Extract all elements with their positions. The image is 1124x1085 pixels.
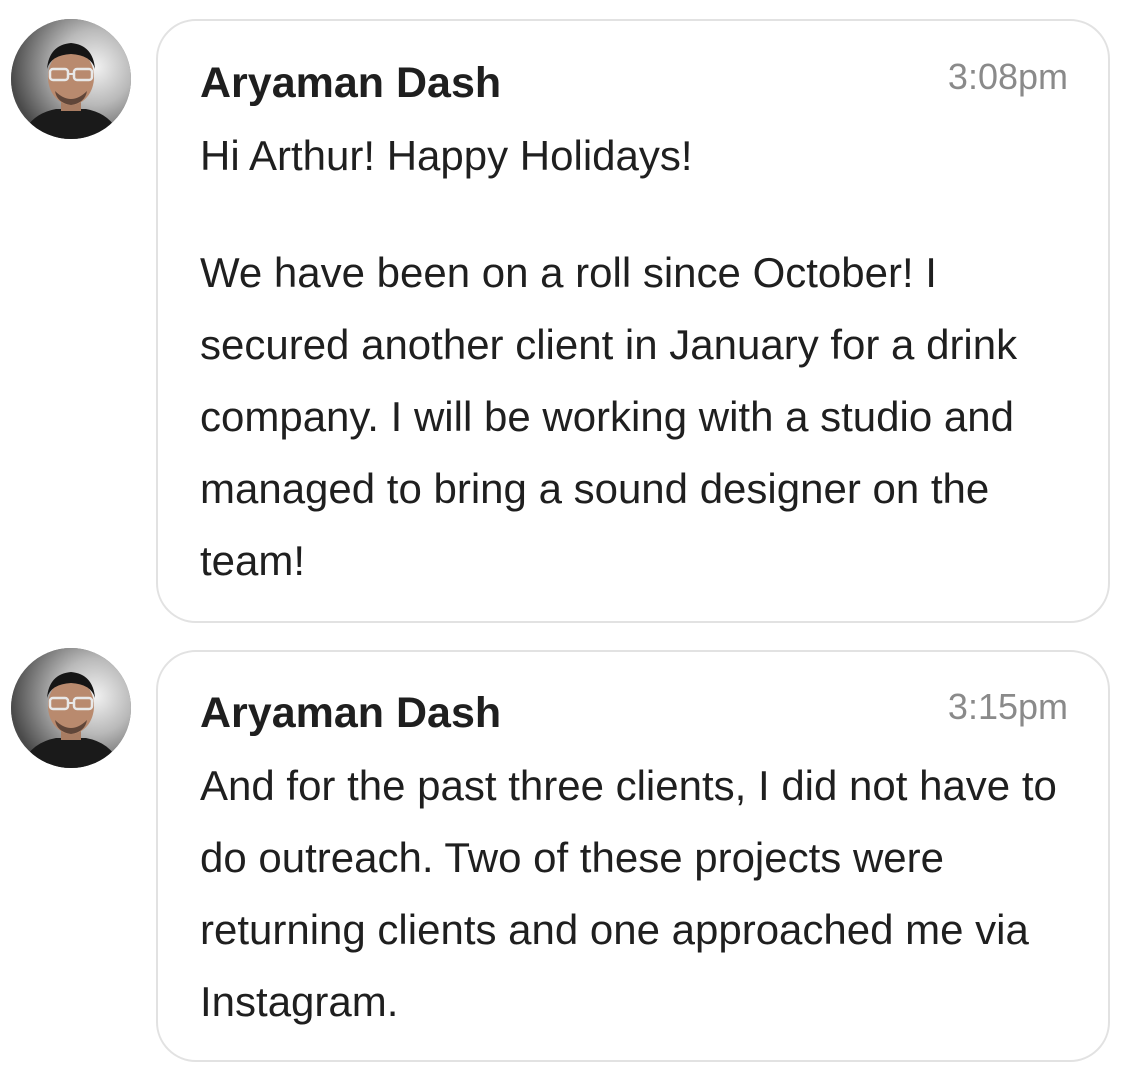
avatar[interactable] <box>11 19 131 139</box>
sender-name[interactable]: Aryaman Dash <box>200 62 501 105</box>
avatar[interactable] <box>11 648 131 768</box>
message-paragraph: And for the past three clients, I did no… <box>200 762 1057 1025</box>
avatar-photo-icon <box>11 648 131 768</box>
message-bubble: Aryaman Dash 3:15pm And for the past thr… <box>156 650 1110 1062</box>
message-text: And for the past three clients, I did no… <box>200 750 1070 1038</box>
message-paragraph: Hi Arthur! Happy Holidays! <box>200 132 693 179</box>
message-paragraph: We have been on a roll since October! I … <box>200 249 1018 584</box>
message-bubble: Aryaman Dash 3:08pm Hi Arthur! Happy Hol… <box>156 19 1110 623</box>
avatar-photo-icon <box>11 19 131 139</box>
message-timestamp: 3:08pm <box>947 56 1068 97</box>
message-timestamp: 3:15pm <box>947 686 1068 727</box>
message-text: Hi Arthur! Happy Holidays! We have been … <box>200 120 1070 597</box>
sender-name[interactable]: Aryaman Dash <box>200 692 501 735</box>
